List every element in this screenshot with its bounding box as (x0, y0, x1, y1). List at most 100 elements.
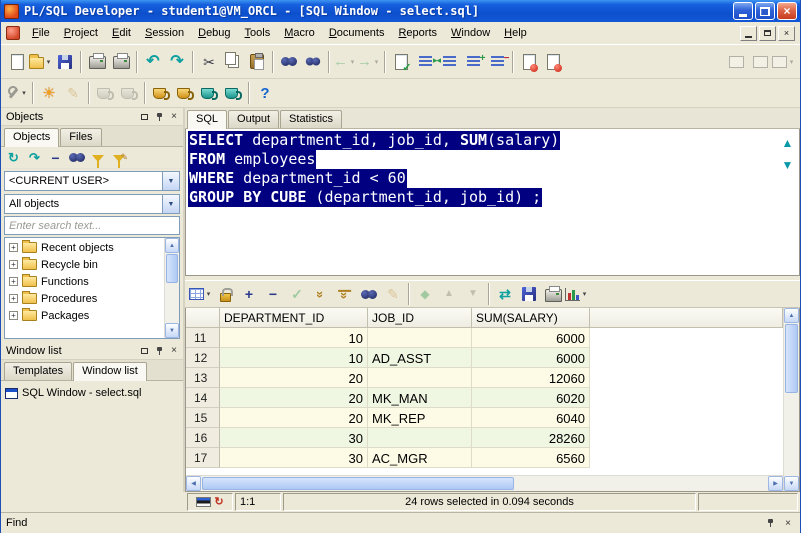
menu-item-session[interactable]: Session (138, 24, 191, 42)
tab-output[interactable]: Output (228, 110, 279, 128)
menu-item-help[interactable]: Help (497, 24, 534, 42)
syntax-check-button[interactable] (517, 50, 541, 74)
expand-icon[interactable]: + (9, 260, 18, 269)
find-bar[interactable]: Find × (1, 512, 800, 533)
menu-item-macro[interactable]: Macro (277, 24, 322, 42)
grid-row[interactable]: 1730AC_MGR6560 (186, 448, 783, 468)
comment-button[interactable] (461, 50, 485, 74)
tree-item-recycle-bin[interactable]: +Recycle bin (5, 256, 164, 273)
post-changes-button[interactable]: ✓ (285, 282, 309, 306)
expand-icon[interactable]: + (9, 294, 18, 303)
next-statement-button[interactable] (781, 159, 794, 172)
titlebar[interactable]: PL/SQL Developer - student1@VM_ORCL - [S… (1, 0, 800, 22)
grid-row[interactable]: 1210AD_ASST6000 (186, 348, 783, 368)
department-id-cell[interactable]: 30 (220, 428, 368, 448)
uncomment-button[interactable] (485, 50, 509, 74)
job-id-cell[interactable]: MK_MAN (368, 388, 472, 408)
find-button[interactable] (277, 50, 301, 74)
department-id-cell[interactable]: 30 (220, 448, 368, 468)
lock-record-button[interactable] (213, 282, 237, 306)
mdi-minimize-button[interactable] (740, 26, 757, 41)
print-button[interactable] (85, 50, 109, 74)
refresh-browser-button[interactable]: ↻ (4, 148, 23, 167)
pin-panel-button[interactable] (152, 344, 166, 357)
single-record-view-button[interactable]: ⇄ (493, 282, 517, 306)
horizontal-scrollbar[interactable]: ◀ ▶ (186, 475, 783, 491)
scrollbar-thumb[interactable] (785, 324, 798, 393)
tree-item-procedures[interactable]: +Procedures (5, 290, 164, 307)
dropdown-arrow-icon[interactable]: ▾ (348, 58, 357, 66)
dropdown-arrow-icon[interactable]: ▾ (787, 58, 796, 66)
expand-icon[interactable]: + (9, 277, 18, 286)
scrollbar-track[interactable] (165, 253, 179, 323)
menu-item-file[interactable]: File (25, 24, 57, 42)
grid-row[interactable]: 1520MK_REP6040 (186, 408, 783, 428)
job-id-cell[interactable]: AD_ASST (368, 348, 472, 368)
edit-filters-button[interactable] (109, 148, 128, 167)
window-list-item[interactable]: SQL Window - select.sql (5, 384, 179, 402)
print-selection-button[interactable] (109, 50, 133, 74)
menu-item-debug[interactable]: Debug (191, 24, 237, 42)
tab-objects[interactable]: Objects (4, 128, 59, 147)
row-number-header[interactable] (186, 308, 220, 328)
job-id-cell[interactable] (368, 428, 472, 448)
expand-icon[interactable]: + (9, 311, 18, 320)
float-panel-button[interactable] (137, 110, 151, 123)
find-data-button[interactable] (357, 282, 381, 306)
export-data-button[interactable]: ◆ (413, 282, 437, 306)
new-document-button[interactable] (5, 50, 29, 74)
scrollbar-thumb[interactable] (202, 477, 514, 490)
dropdown-arrow-icon[interactable]: ▾ (204, 290, 213, 298)
float-panel-button[interactable] (137, 344, 151, 357)
sum-salary-cell[interactable]: 6020 (472, 388, 590, 408)
restore-button[interactable] (755, 2, 775, 20)
minimize-button[interactable] (733, 2, 753, 20)
menu-item-documents[interactable]: Documents (322, 24, 392, 42)
grid-row[interactable]: 132012060 (186, 368, 783, 388)
object-scope-selector[interactable]: All objects ▼ (4, 194, 180, 214)
collapse-all-button[interactable]: − (46, 148, 65, 167)
compile-invalid-objects-button[interactable] (93, 81, 117, 105)
find-next-button[interactable] (301, 50, 325, 74)
tab-templates[interactable]: Templates (4, 362, 72, 380)
mdi-close-button[interactable]: × (778, 26, 795, 41)
department-id-cell[interactable]: 10 (220, 328, 368, 348)
browser-settings-button[interactable]: ▾ (5, 81, 29, 105)
tab-sql[interactable]: SQL (187, 110, 227, 129)
fetch-next-page-button[interactable]: » (309, 282, 333, 306)
menu-item-edit[interactable]: Edit (105, 24, 138, 42)
sum-salary-cell[interactable]: 6000 (472, 328, 590, 348)
scrollbar-thumb[interactable] (166, 254, 178, 283)
job-id-cell[interactable] (368, 368, 472, 388)
save-results-button[interactable] (517, 282, 541, 306)
column-header-sum-salary[interactable]: SUM(SALARY) (472, 308, 590, 328)
sum-salary-cell[interactable]: 6040 (472, 408, 590, 428)
refresh-object-button[interactable]: ↷ (25, 148, 44, 167)
column-header-job-id[interactable]: JOB_ID (368, 308, 472, 328)
close-find-button[interactable]: × (781, 517, 795, 530)
search-input[interactable] (5, 217, 179, 234)
sort-ascending-button[interactable]: ▲ (437, 282, 461, 306)
grid-row[interactable]: 163028260 (186, 428, 783, 448)
tab-statistics[interactable]: Statistics (280, 110, 342, 128)
navigate-back-button[interactable]: ←▾ (333, 50, 357, 74)
dropdown-arrow-icon[interactable]: ▾ (44, 58, 53, 66)
pin-find-button[interactable] (763, 517, 777, 530)
new-report-window-button[interactable] (221, 81, 245, 105)
browser-filter-button[interactable] (88, 148, 107, 167)
indent-button[interactable] (413, 50, 437, 74)
new-sql-window-button[interactable] (149, 81, 173, 105)
execute-file-button[interactable] (117, 81, 141, 105)
department-id-cell[interactable]: 10 (220, 348, 368, 368)
undo-button[interactable]: ↶ (141, 50, 165, 74)
dropdown-arrow-icon[interactable]: ▾ (20, 89, 29, 97)
scroll-up-button[interactable]: ▲ (165, 238, 179, 253)
open-file-button[interactable]: ▾ (29, 50, 53, 74)
new-command-window-button[interactable] (197, 81, 221, 105)
scroll-down-button[interactable]: ▼ (784, 476, 799, 491)
refresh-status-icon[interactable]: ↻ (214, 497, 223, 508)
menu-item-project[interactable]: Project (57, 24, 105, 42)
menu-item-reports[interactable]: Reports (391, 24, 444, 42)
grid-row[interactable]: 11106000 (186, 328, 783, 348)
chevron-down-icon[interactable]: ▼ (162, 172, 179, 190)
